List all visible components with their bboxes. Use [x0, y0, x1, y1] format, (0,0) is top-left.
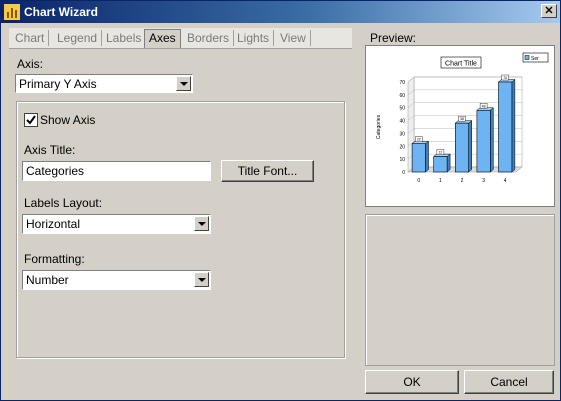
y-tick-label: 20: [399, 144, 405, 150]
chart-app-icon: [4, 4, 20, 20]
cancel-button[interactable]: Cancel: [464, 370, 554, 394]
x-tick-label: 3: [482, 178, 485, 184]
bar: [476, 109, 491, 173]
bar: [455, 122, 469, 173]
formatting-label: Formatting:: [24, 252, 85, 266]
axis-select[interactable]: Primary Y Axis: [15, 74, 193, 93]
x-tick-label: 0: [417, 178, 420, 184]
window-title: Chart Wizard: [24, 5, 98, 19]
data-label: 38: [460, 117, 464, 121]
labels-layout-label: Labels Layout:: [24, 196, 103, 210]
preview-chart: Chart TitleSer010203040506070Categories2…: [376, 52, 549, 184]
bar: [433, 156, 448, 173]
title-font-button[interactable]: Title Font...: [221, 160, 314, 182]
bar-side: [490, 107, 494, 173]
tab-borders[interactable]: Borders: [183, 30, 235, 46]
bar-side: [425, 140, 429, 173]
bar-side: [511, 78, 516, 173]
data-label: 22: [417, 138, 421, 142]
chart-preview: Chart Title Ser 0 10 20 30 40 50 60 70 Categories 2…: [365, 45, 555, 207]
y-tick-label: 10: [399, 157, 405, 163]
show-axis-checkbox[interactable]: [24, 113, 38, 127]
chevron-down-icon[interactable]: [194, 216, 209, 231]
legend-label: Ser: [531, 56, 539, 62]
data-label: 70: [503, 76, 507, 80]
data-label: 12: [438, 151, 442, 155]
secondary-panel: [365, 214, 555, 366]
x-tick-label: 2: [461, 178, 464, 184]
tab-view[interactable]: View: [276, 30, 311, 46]
chevron-down-icon[interactable]: [194, 272, 209, 287]
tab-legend[interactable]: Legend: [53, 30, 103, 46]
axis-title-input[interactable]: [22, 161, 211, 181]
title-bar[interactable]: Chart Wizard ✕: [1, 1, 560, 23]
bar: [411, 143, 426, 173]
chart-wizard-window: Chart Wizard ✕ Chart Legend Labels Axes …: [0, 0, 561, 401]
bar: [498, 81, 513, 173]
formatting-value: Number: [26, 273, 69, 287]
ok-button[interactable]: OK: [365, 370, 459, 394]
legend-swatch: [524, 55, 530, 60]
y-axis-title: Categories: [376, 114, 382, 139]
y-tick-label: 50: [399, 106, 405, 112]
data-label: 48: [482, 104, 486, 108]
tab-labels[interactable]: Labels: [102, 30, 147, 46]
show-axis-label[interactable]: Show Axis: [40, 113, 95, 127]
labels-layout-value: Horizontal: [26, 217, 81, 231]
tab-axes[interactable]: Axes: [144, 29, 181, 48]
labels-layout-select[interactable]: Horizontal: [22, 214, 211, 234]
y-tick-label: 40: [399, 119, 405, 125]
axis-select-value: Primary Y Axis: [19, 77, 97, 91]
bar-side: [468, 120, 472, 173]
y-tick-label: 70: [399, 80, 405, 86]
axis-title-label: Axis Title:: [24, 143, 76, 157]
axis-label: Axis:: [17, 57, 44, 71]
tab-chart[interactable]: Chart: [11, 30, 50, 46]
chevron-down-icon[interactable]: [176, 76, 191, 91]
tab-lights[interactable]: Lights: [233, 30, 275, 46]
y-tick-label: 60: [399, 93, 405, 99]
close-button[interactable]: ✕: [541, 4, 557, 18]
x-tick-label: 1: [439, 178, 442, 184]
y-tick-label: 30: [399, 131, 405, 137]
x-tick-label: 4: [504, 178, 507, 184]
preview-label: Preview:: [370, 31, 417, 45]
chart-title: Chart Title: [445, 61, 477, 68]
y-tick-label: 0: [402, 170, 405, 176]
tab-strip: Chart Legend Labels Axes Borders Lights …: [9, 28, 352, 49]
checkmark-icon: [26, 115, 36, 125]
formatting-select[interactable]: Number: [22, 270, 211, 290]
bar-side: [446, 153, 451, 173]
